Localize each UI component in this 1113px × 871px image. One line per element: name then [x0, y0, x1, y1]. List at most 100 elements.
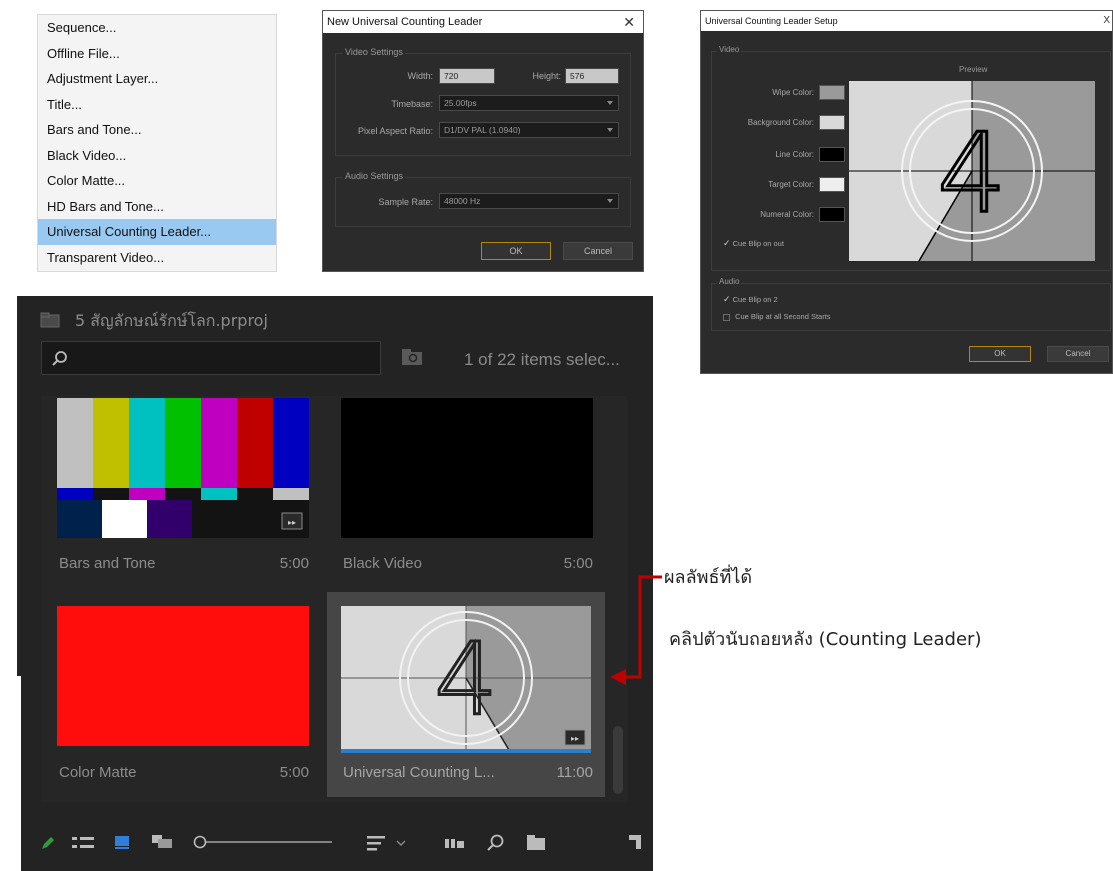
timebase-label: Timebase: [391, 99, 433, 109]
chevron-down-icon [607, 128, 613, 132]
pencil-icon[interactable] [39, 834, 57, 852]
menu-item-adjustment-layer[interactable]: Adjustment Layer... [38, 66, 276, 92]
color-matte-thumbnail [57, 606, 309, 746]
list-view-icon[interactable] [72, 836, 96, 850]
search-input[interactable] [41, 341, 381, 375]
video-settings-label: Video Settings [343, 47, 405, 57]
project-panel: 5 สัญลักษณ์รักษ์โลก.prproj 1 of 22 items… [17, 296, 653, 871]
menu-item-offline-file[interactable]: Offline File... [38, 41, 276, 67]
dialog-title: Universal Counting Leader Setup X [701, 11, 1112, 31]
ok-button[interactable]: OK [969, 346, 1031, 362]
result-label: ผลลัพธ์ที่ได้ [664, 567, 753, 588]
usage-bar [341, 749, 591, 753]
new-leader-dialog: New Universal Counting Leader ✕ Video Se… [322, 10, 644, 272]
dialog-title-text: Universal Counting Leader Setup [705, 16, 838, 26]
background-color-label: Background Color: [747, 118, 814, 127]
menu-item-universal-counting-leader[interactable]: Universal Counting Leader... [38, 219, 276, 245]
leader-preview: 4 [849, 81, 1095, 261]
height-label: Height: [532, 71, 561, 81]
color-matte-tile[interactable]: Color Matte 5:00 [57, 606, 309, 796]
pixel-aspect-ratio-label: Pixel Aspect Ratio: [357, 126, 433, 136]
leader-setup-dialog: Universal Counting Leader Setup X Video … [700, 10, 1113, 374]
vertical-scrollbar[interactable] [613, 726, 623, 794]
menu-item-color-matte[interactable]: Color Matte... [38, 168, 276, 194]
automate-to-sequence-icon[interactable] [445, 836, 465, 850]
timebase-select[interactable]: 25.00fps [439, 95, 619, 111]
menu-item-title[interactable]: Title... [38, 92, 276, 118]
cue-blip-on-2-label: Cue Blip on 2 [732, 295, 778, 304]
cue-blip-on-out-label: Cue Blip on out [732, 239, 784, 248]
sort-icons-icon[interactable] [367, 835, 385, 851]
counting-leader-thumbnail: 4 ▸▸ [341, 606, 591, 750]
tile-duration: 11:00 [556, 764, 593, 781]
tile-name: Bars and Tone [59, 555, 156, 572]
cue-blip-on-out-checkbox[interactable]: ✓ Cue Blip on out [723, 238, 784, 249]
cue-blip-on-2-checkbox[interactable]: ✓ Cue Blip on 2 [723, 294, 778, 305]
menu-item-black-video[interactable]: Black Video... [38, 143, 276, 169]
sample-rate-value: 48000 Hz [444, 196, 481, 206]
close-icon[interactable]: X [1103, 11, 1110, 31]
counting-leader-description: คลิปตัวนับถอยหลัง (Counting Leader) [669, 629, 982, 650]
width-label: Width: [407, 71, 433, 81]
checkbox-icon [723, 313, 730, 321]
tile-duration: 5:00 [279, 764, 309, 781]
bars-and-tone-thumbnail: ▸▸ [57, 398, 309, 538]
target-color-swatch[interactable] [819, 177, 845, 192]
project-folder-icon [40, 312, 60, 328]
svg-text:▸▸: ▸▸ [571, 734, 579, 743]
tile-name: Color Matte [59, 764, 137, 781]
annotation-arrow [610, 575, 662, 685]
line-color-swatch[interactable] [819, 147, 845, 162]
height-field[interactable]: 576 [565, 68, 619, 84]
counting-leader-tile[interactable]: 4 ▸▸ Universal Counting L... 11:00 [327, 592, 605, 797]
tile-duration: 5:00 [279, 555, 309, 572]
zoom-slider[interactable] [192, 834, 332, 850]
cue-blip-all-seconds-checkbox[interactable]: Cue Blip at all Second Starts [723, 312, 831, 321]
new-bin-icon[interactable] [527, 835, 545, 850]
black-video-tile[interactable]: Black Video 5:00 [341, 398, 593, 598]
wipe-color-label: Wipe Color: [772, 88, 814, 97]
numeral-color-label: Numeral Color: [760, 210, 814, 219]
svg-text:▸▸: ▸▸ [288, 518, 296, 527]
menu-item-bars-and-tone[interactable]: Bars and Tone... [38, 117, 276, 143]
bars-and-tone-tile[interactable]: ▸▸ Bars and Tone 5:00 [57, 398, 309, 598]
cancel-button[interactable]: Cancel [1047, 346, 1109, 362]
find-icon[interactable] [487, 834, 505, 852]
panel-toolbar [17, 816, 653, 866]
black-video-thumbnail [341, 398, 593, 538]
background-color-swatch[interactable] [819, 115, 845, 130]
chevron-down-icon[interactable] [396, 840, 406, 847]
timebase-value: 25.00fps [444, 98, 477, 108]
target-color-label: Target Color: [768, 180, 814, 189]
checkmark-icon: ✓ [723, 294, 731, 304]
tile-name: Universal Counting L... [343, 764, 495, 781]
dialog-title-text: New Universal Counting Leader [327, 16, 483, 28]
icon-view-icon[interactable] [114, 835, 130, 849]
wipe-color-swatch[interactable] [819, 85, 845, 100]
preview-label: Preview [959, 65, 988, 74]
project-name: 5 สัญลักษณ์รักษ์โลก.prproj [75, 311, 268, 330]
search-icon [52, 351, 67, 366]
numeral-color-swatch[interactable] [819, 207, 845, 222]
close-icon[interactable]: ✕ [623, 11, 635, 33]
leader-thumbnail-numeral: 4 [434, 621, 498, 738]
freeform-view-icon[interactable] [152, 835, 174, 849]
cue-blip-all-seconds-label: Cue Blip at all Second Starts [735, 312, 831, 321]
menu-item-sequence[interactable]: Sequence... [38, 15, 276, 41]
chevron-down-icon [607, 199, 613, 203]
pixel-aspect-ratio-select[interactable]: D1/DV PAL (1.0940) [439, 122, 619, 138]
width-field[interactable]: 720 [439, 68, 495, 84]
menu-item-hd-bars-and-tone[interactable]: HD Bars and Tone... [38, 194, 276, 220]
ok-button[interactable]: OK [481, 242, 551, 260]
menu-item-transparent-video[interactable]: Transparent Video... [38, 245, 276, 271]
new-item-menu: Sequence... Offline File... Adjustment L… [37, 14, 277, 272]
new-item-icon[interactable] [629, 835, 645, 851]
line-color-label: Line Color: [775, 150, 814, 159]
audio-settings-label: Audio Settings [343, 171, 406, 181]
cancel-button[interactable]: Cancel [563, 242, 633, 260]
sample-rate-select[interactable]: 48000 Hz [439, 193, 619, 209]
video-group-label: Video [717, 45, 742, 54]
new-search-bin-icon[interactable] [401, 348, 423, 366]
checkmark-icon: ✓ [723, 238, 731, 248]
dialog-title: New Universal Counting Leader ✕ [323, 11, 643, 33]
